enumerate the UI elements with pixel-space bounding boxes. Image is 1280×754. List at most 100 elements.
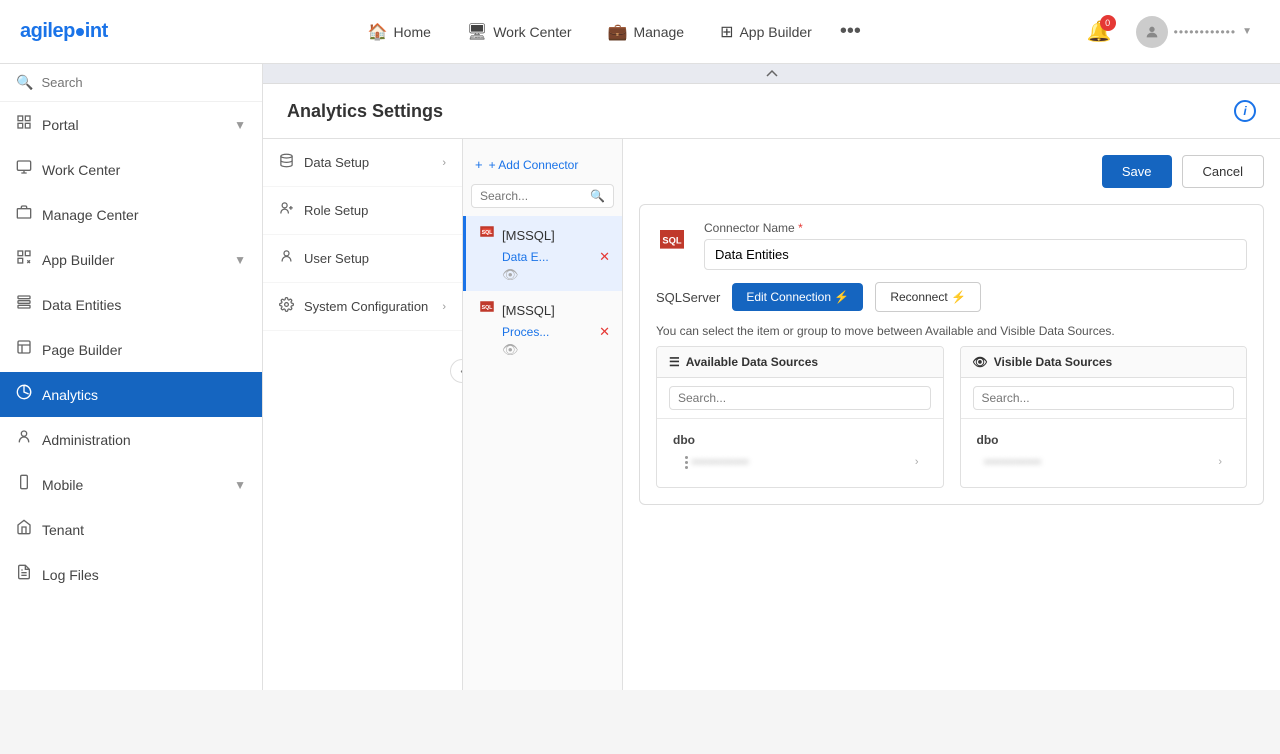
sidebar-item-log-files[interactable]: Log Files (0, 552, 262, 597)
mobile-chevron-icon: ▼ (234, 478, 246, 492)
nav-app-builder[interactable]: ⊞ App Builder (704, 14, 828, 50)
mssql-icon-2: SQL (478, 299, 496, 322)
reconnect-button[interactable]: Reconnect ⚡ (875, 282, 981, 312)
connector-delete-2[interactable]: ✕ (599, 324, 610, 340)
nav-manage[interactable]: 💼 Manage (592, 14, 701, 50)
sidebar-item-portal[interactable]: Portal ▼ (0, 102, 262, 147)
cancel-button[interactable]: Cancel (1182, 155, 1264, 188)
connector-eye-2[interactable]: 👁 (502, 342, 610, 358)
sidebar-data-entities-label: Data Entities (42, 297, 121, 313)
role-setup-icon (279, 201, 294, 220)
sidebar-log-files-label: Log Files (42, 567, 99, 583)
visible-ds-label: Visible Data Sources (994, 355, 1113, 369)
sidebar-tenant-label: Tenant (42, 522, 84, 538)
visible-group-label: dbo (977, 433, 1231, 447)
user-chevron-icon: ▼ (1242, 26, 1252, 37)
visible-data-sources-panel: 👁 Visible Data Sources dbo ••••• (960, 346, 1248, 488)
user-setup-icon (279, 249, 294, 268)
sidebar-item-work-center[interactable]: Work Center (0, 147, 262, 192)
connector-item-2[interactable]: SQL [MSSQL] Proces... ✕ 👁 (463, 291, 622, 366)
sidebar-item-data-entities[interactable]: Data Entities (0, 282, 262, 327)
top-nav: agilepint 🏠 Home 🖥 Work Center 💼 Manage … (0, 0, 1280, 64)
sidebar-mobile-label: Mobile (42, 477, 83, 493)
nav-more-button[interactable]: ••• (832, 16, 869, 47)
sidebar-search-input[interactable] (41, 75, 246, 90)
setup-system-config-label: System Configuration (304, 299, 428, 314)
visible-ds-item[interactable]: ••••••••••• › (977, 451, 1231, 473)
portal-chevron-icon: ▼ (234, 118, 246, 132)
connector-eye-1[interactable]: 👁 (502, 267, 610, 283)
sidebar-item-analytics[interactable]: Analytics (0, 372, 262, 417)
sidebar-work-center-label: Work Center (42, 162, 120, 178)
sidebar-item-tenant[interactable]: Tenant (0, 507, 262, 552)
edit-connection-button[interactable]: Edit Connection ⚡ (732, 283, 863, 311)
connector-form-box: SQL Connector Name * SQLServer (639, 204, 1264, 505)
setup-system-config[interactable]: System Configuration › (263, 283, 462, 331)
manage-icon: 💼 (608, 22, 628, 42)
connector-name-label: Connector Name * (704, 221, 1247, 235)
sidebar-analytics-label: Analytics (42, 387, 98, 403)
app-builder-chevron-icon: ▼ (234, 253, 246, 267)
sidebar-search-container: 🔍 (0, 64, 262, 102)
connector-name-input[interactable] (704, 239, 1247, 270)
setup-role-setup[interactable]: Role Setup (263, 187, 462, 235)
available-ds-label: Available Data Sources (686, 355, 818, 369)
sidebar-page-builder-label: Page Builder (42, 342, 122, 358)
connector-search-input[interactable] (480, 189, 586, 203)
sidebar-item-manage-center[interactable]: Manage Center (0, 192, 262, 237)
sidebar-item-administration[interactable]: Administration (0, 417, 262, 462)
sidebar-item-mobile[interactable]: Mobile ▼ (0, 462, 262, 507)
user-menu-button[interactable]: •••••••••••• ▼ (1128, 12, 1260, 52)
app-builder-icon (16, 249, 32, 270)
connector-type-2: [MSSQL] (502, 303, 555, 318)
available-ds-header: ☰ Available Data Sources (657, 347, 943, 378)
available-ds-search-container (657, 378, 943, 419)
nav-home[interactable]: 🏠 Home (352, 14, 447, 50)
info-button[interactable]: i (1234, 100, 1256, 122)
tenant-icon (16, 519, 32, 540)
bell-button[interactable]: 🔔 0 (1083, 15, 1116, 48)
nav-manage-label: Manage (633, 24, 684, 40)
reconnect-label: Reconnect ⚡ (890, 290, 966, 304)
work-center-icon (16, 159, 32, 180)
setup-panel: Data Setup › Role Setup User Setup (263, 139, 463, 690)
nav-work-center-label: Work Center (493, 24, 571, 40)
add-connector-button[interactable]: + + Add Connector (463, 149, 622, 180)
main-layout: 🔍 Portal ▼ Work Center Manage Center (0, 64, 1280, 690)
sidebar-portal-label: Portal (42, 117, 79, 133)
data-sources-row: ☰ Available Data Sources dbo (656, 346, 1247, 488)
available-item-text: ••••••••••• (692, 455, 749, 469)
connector-sub-1: Data E... (502, 250, 549, 264)
connector-item-1[interactable]: SQL [MSSQL] Data E... ✕ 👁 (463, 216, 622, 291)
user-name-label: •••••••••••• (1174, 25, 1236, 39)
save-button[interactable]: Save (1102, 155, 1172, 188)
panels: Data Setup › Role Setup User Setup (263, 139, 1280, 690)
mssql-icon-1: SQL (478, 224, 496, 247)
setup-user-setup[interactable]: User Setup (263, 235, 462, 283)
collapse-bar[interactable] (263, 64, 1280, 84)
edit-connection-label: Edit Connection ⚡ (746, 290, 849, 304)
panel-collapse-button[interactable]: ‹ (450, 359, 463, 383)
menu-icon: ☰ (669, 355, 680, 369)
available-ds-item[interactable]: ••••••••••• › (673, 451, 927, 473)
svg-text:SQL: SQL (662, 235, 681, 245)
search-icon: 🔍 (16, 74, 33, 91)
sidebar-administration-label: Administration (42, 432, 131, 448)
sidebar-item-page-builder[interactable]: Page Builder (0, 327, 262, 372)
visible-ds-search-input[interactable] (973, 386, 1235, 410)
available-ds-search-input[interactable] (669, 386, 931, 410)
plus-icon: + (475, 157, 483, 172)
setup-data-setup[interactable]: Data Setup › (263, 139, 462, 187)
connector-delete-1[interactable]: ✕ (599, 249, 610, 265)
page-header: Analytics Settings i (263, 84, 1280, 139)
info-text: You can select the item or group to move… (656, 324, 1247, 338)
system-config-arrow-icon: › (442, 301, 446, 313)
nav-work-center[interactable]: 🖥 Work Center (451, 14, 588, 50)
sidebar: 🔍 Portal ▼ Work Center Manage Center (0, 64, 263, 690)
sidebar-item-app-builder[interactable]: App Builder ▼ (0, 237, 262, 282)
available-ds-body: dbo ••••••••••• (657, 419, 943, 487)
sidebar-manage-center-label: Manage Center (42, 207, 139, 223)
page-title: Analytics Settings (287, 101, 443, 122)
home-icon: 🏠 (368, 22, 388, 42)
system-config-icon (279, 297, 294, 316)
